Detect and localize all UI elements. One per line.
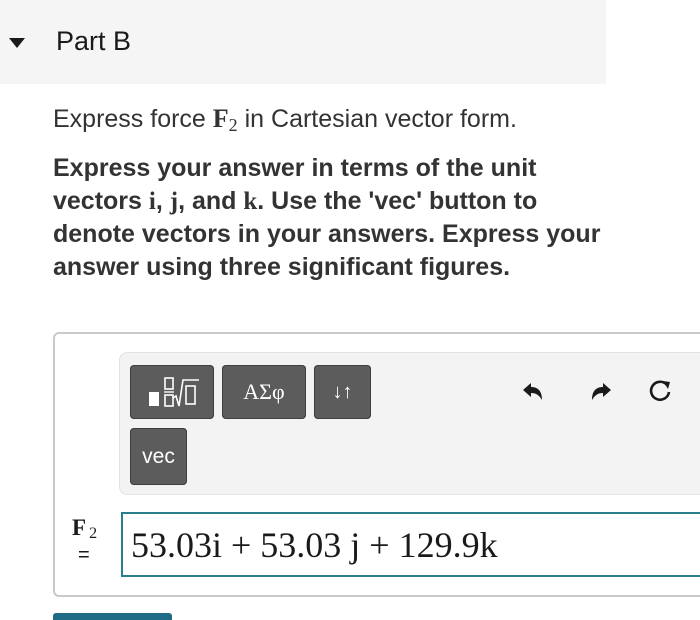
answer-input[interactable] (121, 512, 700, 577)
undo-icon[interactable] (519, 378, 547, 406)
unit-vector-k: k (243, 188, 258, 215)
caret-down-icon[interactable] (9, 38, 25, 48)
greek-symbols-button[interactable]: ΑΣφ (222, 365, 306, 419)
instructions-separator-2: , and (178, 187, 244, 215)
answer-variable-letter: F (72, 515, 87, 540)
answer-instructions: Express your answer in terms of the unit… (53, 152, 613, 284)
prompt-subscript: 2 (228, 115, 238, 135)
submit-button[interactable] (53, 613, 172, 620)
prompt-lead: Express force (53, 105, 213, 133)
templates-sqrt-icon (149, 377, 199, 407)
instructions-separator-1: , (155, 187, 170, 215)
vec-button[interactable]: vec (130, 428, 187, 485)
arrows-button[interactable]: ↓↑ (314, 365, 371, 419)
templates-button[interactable] (130, 365, 214, 419)
prompt-vector: F (212, 104, 229, 133)
unit-vector-i: i (148, 188, 156, 215)
reset-icon[interactable] (646, 378, 674, 406)
redo-icon[interactable] (587, 378, 615, 406)
prompt-tail: in Cartesian vector form. (237, 105, 517, 133)
part-header[interactable]: Part B (0, 0, 606, 84)
equals-sign: = (78, 544, 90, 566)
part-title: Part B (56, 26, 132, 56)
unit-vector-j: j (169, 188, 179, 215)
answer-variable-subscript: 2 (89, 525, 98, 542)
question-prompt: Express force F2 in Cartesian vector for… (53, 104, 517, 136)
answer-variable: F2 (72, 515, 97, 543)
